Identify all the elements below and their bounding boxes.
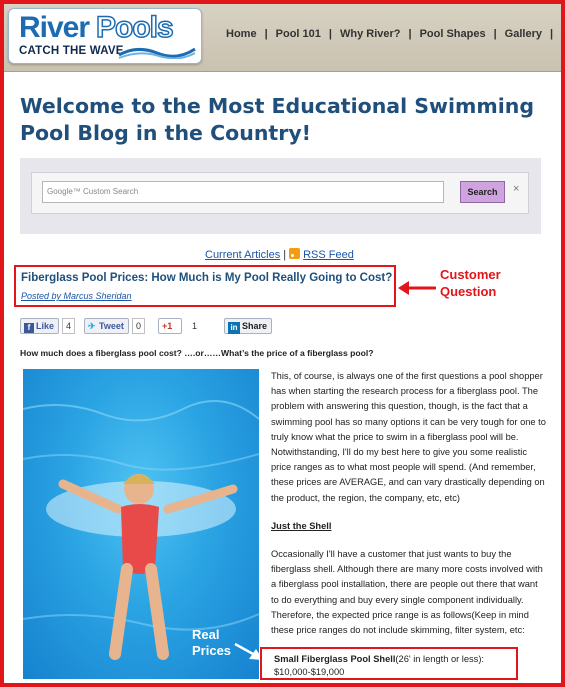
real-prices-callout: Real Prices: [192, 627, 232, 658]
facebook-icon: f: [24, 323, 34, 333]
search-panel: Google™ Custom Search Search ×: [20, 158, 541, 234]
price-highlight: Small Fiberglass Pool Shell(26' in lengt…: [260, 647, 518, 680]
nav-why-river[interactable]: Why River?: [340, 28, 401, 40]
logo-text-pools: Pools: [95, 10, 174, 45]
current-articles-link[interactable]: Current Articles: [205, 249, 280, 261]
linkedin-share-button[interactable]: in Share: [224, 318, 272, 334]
facebook-count: 4: [62, 318, 76, 334]
google-plus-count: 1: [188, 318, 202, 334]
post-title[interactable]: Fiberglass Pool Prices: How Much is My P…: [21, 272, 392, 284]
nav-home[interactable]: Home: [226, 28, 257, 40]
river-pools-logo[interactable]: River Pools CATCH THE WAVE: [8, 8, 202, 64]
nav-pool-shapes[interactable]: Pool Shapes: [420, 28, 486, 40]
main-nav: Home | Pool 101 | Why River? | Pool Shapes | Gal…: [226, 28, 554, 40]
paragraph-intro: This, of course, is always one of the fi…: [271, 371, 546, 503]
paragraph-shell: Occasionally I'll have a customer that j…: [271, 549, 543, 636]
article-body: This, of course, is always one of the fi…: [271, 369, 546, 651]
linkedin-icon: in: [228, 322, 240, 334]
clear-search-icon[interactable]: ×: [513, 183, 519, 195]
twitter-icon: ✈: [88, 321, 96, 331]
customer-question-callout: Customer Question: [440, 267, 501, 299]
post-header-highlight: Fiberglass Pool Prices: How Much is My P…: [14, 265, 396, 307]
logo-tagline: CATCH THE WAVE: [19, 45, 124, 57]
blog-links: Current Articles | RSS Feed: [205, 248, 354, 261]
search-input[interactable]: Google™ Custom Search: [42, 181, 444, 203]
page-title: Welcome to the Most Educational Swimming…: [20, 94, 535, 145]
rss-icon[interactable]: [289, 248, 301, 259]
arrow-left-icon: [398, 281, 436, 295]
nav-pool-101[interactable]: Pool 101: [276, 28, 321, 40]
nav-gallery[interactable]: Gallery: [505, 28, 542, 40]
google-plus-button[interactable]: +1: [158, 318, 182, 334]
price-label: Small Fiberglass Pool Shell(26' in lengt…: [274, 654, 485, 664]
facebook-like-button[interactable]: f Like: [20, 318, 59, 334]
search-box: Google™ Custom Search Search ×: [31, 172, 529, 214]
search-button[interactable]: Search: [460, 181, 505, 203]
tweet-count: 0: [132, 318, 146, 334]
question-line: How much does a fiberglass pool cost? ….…: [20, 348, 374, 358]
tweet-button[interactable]: ✈ Tweet: [84, 318, 129, 334]
google-plus-icon: +1: [162, 321, 173, 331]
section-heading-just-the-shell: Just the Shell: [271, 520, 332, 531]
link-separator: |: [283, 249, 287, 261]
rss-feed-link[interactable]: RSS Feed: [303, 249, 354, 261]
wave-icon: [118, 47, 196, 59]
logo-text-river: River: [19, 11, 90, 44]
price-value: $10,000-$19,000: [274, 667, 345, 677]
post-author[interactable]: Posted by Marcus Sheridan: [21, 291, 132, 301]
site-header: River Pools CATCH THE WAVE Home | Pool 101…: [4, 4, 561, 72]
